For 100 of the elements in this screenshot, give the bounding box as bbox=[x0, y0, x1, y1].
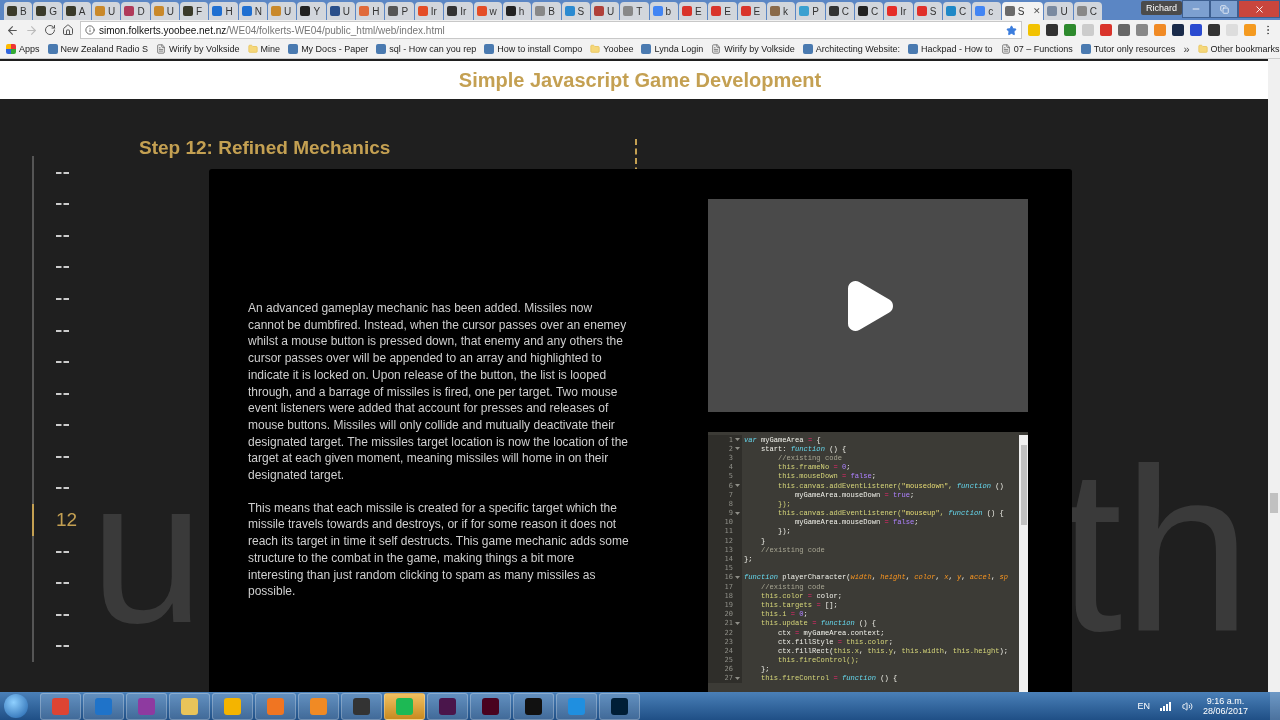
bookmark[interactable]: Tutor only resources bbox=[1080, 44, 1176, 54]
reload-icon[interactable] bbox=[44, 24, 56, 36]
back-icon[interactable] bbox=[6, 23, 19, 37]
timeline-dash-icon[interactable] bbox=[56, 203, 69, 206]
language-indicator[interactable]: EN bbox=[1137, 701, 1150, 711]
browser-tab[interactable]: C bbox=[854, 2, 884, 20]
browser-tab[interactable]: h bbox=[502, 2, 532, 20]
bookmark[interactable]: sql - How can you rep bbox=[376, 44, 477, 54]
browser-tab[interactable]: T bbox=[620, 2, 649, 20]
fold-arrow-icon[interactable] bbox=[735, 574, 740, 580]
bookmark[interactable]: Mine bbox=[247, 44, 281, 54]
timeline-dash-icon[interactable] bbox=[56, 234, 69, 237]
close-icon[interactable]: ✕ bbox=[1032, 6, 1041, 16]
timeline-dash-icon[interactable] bbox=[56, 550, 69, 553]
info-icon[interactable] bbox=[85, 25, 95, 35]
bookmark[interactable]: How to install Compo bbox=[484, 44, 583, 54]
browser-tab[interactable]: E bbox=[708, 2, 737, 20]
browser-tab[interactable]: C bbox=[943, 2, 972, 20]
start-button[interactable] bbox=[4, 694, 28, 718]
address-bar[interactable]: simon.folkerts.yoobee.net.nz/WE04/folkerts-WE04/public_html/web/index.html bbox=[80, 21, 1022, 39]
browser-tab[interactable]: Ir bbox=[884, 2, 913, 20]
home-icon[interactable] bbox=[62, 24, 74, 36]
taskbar-app[interactable] bbox=[599, 692, 640, 720]
timeline-dash-icon[interactable] bbox=[56, 455, 69, 458]
browser-tab[interactable]: U bbox=[1044, 2, 1073, 20]
bookmark[interactable]: Apps bbox=[6, 44, 40, 54]
browser-tab[interactable]: H bbox=[209, 2, 238, 20]
timeline-dash-icon[interactable] bbox=[56, 329, 69, 332]
browser-tab[interactable]: E bbox=[678, 2, 708, 20]
bookmark[interactable]: Hackpad - How to bbox=[908, 44, 993, 54]
browser-tab[interactable]: N bbox=[238, 2, 268, 20]
browser-tab[interactable]: b bbox=[649, 2, 678, 20]
browser-tab[interactable]: c bbox=[972, 2, 1001, 20]
extension-icon[interactable] bbox=[1172, 24, 1184, 36]
browser-tab[interactable]: S bbox=[561, 2, 590, 20]
fold-arrow-icon[interactable] bbox=[735, 675, 740, 681]
clock-date[interactable]: 28/06/2017 bbox=[1202, 706, 1248, 716]
bookmark-star-icon[interactable] bbox=[1006, 24, 1017, 36]
fold-arrow-icon[interactable] bbox=[735, 437, 740, 443]
browser-tab[interactable]: C bbox=[825, 2, 854, 20]
fold-arrow-icon[interactable] bbox=[735, 483, 740, 489]
bookmark[interactable]: Yoobee bbox=[590, 44, 634, 54]
page-scrollbar[interactable] bbox=[1268, 59, 1280, 692]
taskbar-app[interactable] bbox=[341, 692, 382, 720]
taskbar-app[interactable] bbox=[427, 692, 468, 720]
browser-tab[interactable]: U bbox=[590, 2, 620, 20]
bookmark[interactable]: Wirify by Volkside bbox=[156, 44, 240, 54]
browser-tab[interactable]: A bbox=[62, 2, 92, 20]
bookmark[interactable]: New Zealand Radio S bbox=[47, 44, 149, 54]
extension-icon[interactable] bbox=[1208, 24, 1220, 36]
extension-icon[interactable] bbox=[1190, 24, 1202, 36]
browser-tab[interactable]: E bbox=[737, 2, 766, 20]
browser-tab[interactable]: S bbox=[913, 2, 942, 20]
timeline-dash-icon[interactable] bbox=[56, 487, 69, 490]
clock-time[interactable]: 9:16 a.m. bbox=[1206, 696, 1245, 706]
browser-tab[interactable]: B bbox=[532, 2, 561, 20]
browser-tab[interactable]: k bbox=[766, 2, 796, 20]
browser-tab[interactable]: D bbox=[121, 2, 150, 20]
browser-tab[interactable]: U bbox=[326, 2, 356, 20]
browser-tab[interactable]: B bbox=[4, 2, 33, 20]
browser-tab[interactable]: U bbox=[150, 2, 180, 20]
bookmark[interactable]: Lynda Login bbox=[641, 44, 704, 54]
profile-button[interactable]: Richard bbox=[1141, 1, 1182, 15]
signal-icon[interactable] bbox=[1159, 701, 1172, 711]
browser-tab[interactable]: H bbox=[356, 2, 385, 20]
bookmark-folder[interactable]: Other bookmarks bbox=[1197, 44, 1280, 54]
browser-tab[interactable]: S ✕ bbox=[1001, 2, 1044, 20]
taskbar-app[interactable] bbox=[470, 692, 511, 720]
browser-tab[interactable]: U bbox=[92, 2, 121, 20]
more-bookmarks-button[interactable]: » bbox=[1183, 43, 1190, 55]
fold-arrow-icon[interactable] bbox=[735, 446, 740, 452]
browser-tab[interactable]: P bbox=[796, 2, 825, 20]
timeline-dash-icon[interactable] bbox=[56, 613, 69, 616]
timeline-dash-icon[interactable] bbox=[56, 645, 69, 648]
scrollbar[interactable] bbox=[1019, 435, 1028, 692]
timeline-dash-icon[interactable] bbox=[56, 298, 69, 301]
timeline-dash-icon[interactable] bbox=[56, 266, 69, 269]
browser-tab[interactable]: U bbox=[268, 2, 297, 20]
taskbar-app[interactable] bbox=[513, 692, 554, 720]
browser-tab[interactable]: F bbox=[180, 2, 209, 20]
bookmark[interactable]: My Docs - Paper bbox=[288, 44, 369, 54]
restore-button[interactable] bbox=[1210, 0, 1238, 18]
browser-tab[interactable]: w bbox=[473, 2, 502, 20]
timeline-dash-icon[interactable] bbox=[56, 392, 69, 395]
minimize-button[interactable] bbox=[1182, 0, 1210, 18]
fold-arrow-icon[interactable] bbox=[735, 620, 740, 626]
timeline-dash-icon[interactable] bbox=[56, 582, 69, 585]
browser-tab[interactable]: Ir bbox=[414, 2, 444, 20]
timeline-dash-icon[interactable] bbox=[56, 361, 69, 364]
browser-tab[interactable]: Ir bbox=[444, 2, 473, 20]
timeline-dash-icon[interactable] bbox=[56, 424, 69, 427]
timeline-dash-icon[interactable] bbox=[56, 171, 69, 174]
timeline-step[interactable]: 12 bbox=[56, 508, 78, 531]
volume-icon[interactable] bbox=[1181, 700, 1193, 712]
extension-icon[interactable] bbox=[1118, 24, 1130, 36]
bookmark[interactable]: Wirify by Volkside bbox=[711, 44, 795, 54]
browser-tab[interactable]: G bbox=[33, 2, 62, 20]
extension-icon[interactable] bbox=[1046, 24, 1058, 36]
bookmark[interactable]: Architecting Website: bbox=[802, 44, 901, 54]
video-player[interactable] bbox=[708, 199, 1028, 412]
